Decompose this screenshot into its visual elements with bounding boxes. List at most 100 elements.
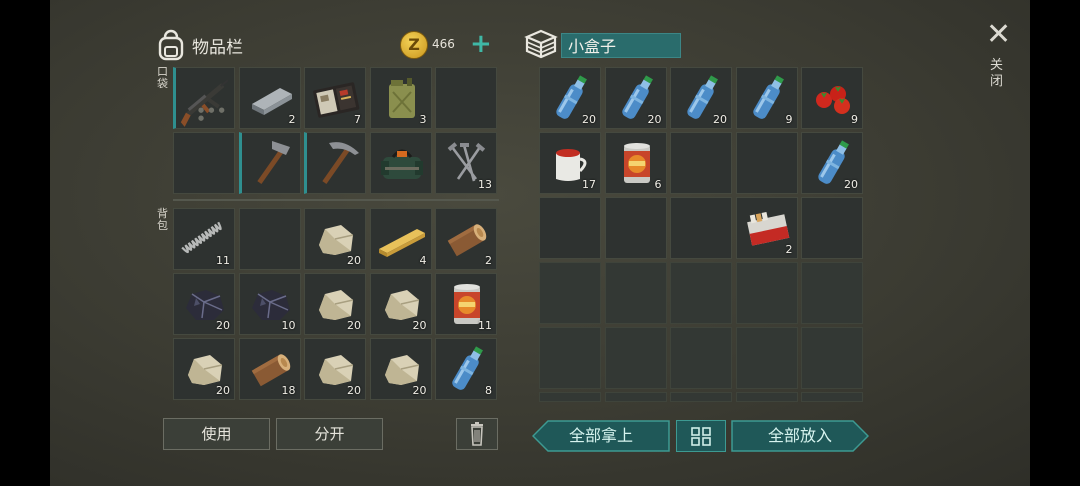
slot-hammer[interactable]: [238, 132, 304, 195]
item-count: 20: [647, 113, 662, 126]
slot-cigarettes[interactable]: 2: [735, 197, 798, 259]
item-count: 11: [216, 254, 230, 267]
slot-jerrycan[interactable]: 3: [369, 67, 432, 129]
locked-slot: [801, 392, 863, 402]
slot-rifle[interactable]: ● ● ● ●: [173, 67, 235, 129]
item-count: 2: [785, 243, 793, 256]
sort-grid-button[interactable]: [676, 420, 726, 452]
close-icon[interactable]: ✕: [986, 20, 1011, 50]
use-button[interactable]: 使用: [163, 418, 270, 450]
trash-button[interactable]: [456, 418, 498, 450]
slot-log[interactable]: 18: [238, 338, 301, 400]
item-count: 2: [485, 254, 492, 267]
item-count: 17: [582, 178, 596, 191]
inventory-header: 物品栏: [156, 27, 243, 63]
item-count: 20: [844, 178, 858, 191]
slot-water-bottle[interactable]: 9: [735, 67, 798, 129]
locked-slot: [539, 392, 601, 402]
locked-slot: [735, 327, 798, 389]
slot-tomatoes[interactable]: 9: [801, 67, 863, 129]
grid-icon: [691, 427, 711, 446]
slot-coal[interactable]: 10: [238, 273, 301, 335]
locked-slot: [539, 262, 601, 324]
empty-slot[interactable]: [670, 197, 732, 259]
item-count: 2: [288, 113, 296, 126]
take-all-label: 全部拿上: [568, 426, 633, 445]
slot-plank[interactable]: 4: [369, 208, 432, 270]
box-icon: [524, 28, 558, 64]
locked-slot: [604, 262, 667, 324]
empty-slot[interactable]: [735, 132, 798, 194]
slot-water-bottle[interactable]: 20: [801, 132, 863, 194]
item-count: 20: [216, 319, 230, 332]
item-count: 13: [478, 178, 492, 191]
slot-water-bottle[interactable]: 8: [435, 338, 497, 400]
backpack-icon: [158, 29, 184, 61]
empty-slot[interactable]: [435, 67, 497, 129]
item-count: 20: [412, 319, 427, 332]
slot-water-bottle[interactable]: 20: [604, 67, 667, 129]
slot-tool-bag[interactable]: [369, 132, 433, 195]
slot-canned-food[interactable]: 11: [435, 273, 497, 335]
item-count: 20: [347, 254, 361, 267]
locked-slot: [801, 327, 863, 389]
slot-pickaxe[interactable]: [304, 132, 366, 194]
empty-slot[interactable]: [173, 132, 235, 194]
item-count: 6: [654, 178, 662, 191]
add-coins-button[interactable]: +: [470, 29, 492, 59]
put-all-button[interactable]: 全部放入: [731, 420, 869, 452]
item-count: 9: [851, 113, 858, 126]
item-count: 20: [713, 113, 727, 126]
slot-water-bottle[interactable]: 20: [539, 67, 601, 129]
empty-slot[interactable]: [670, 132, 732, 194]
locked-slot: [670, 262, 732, 324]
slot-tea-mug[interactable]: 17: [539, 132, 601, 194]
section-divider: [173, 199, 499, 201]
slot-coal[interactable]: 20: [173, 273, 235, 335]
slot-stone[interactable]: 20: [369, 338, 432, 400]
inventory-title: 物品栏: [192, 37, 243, 58]
item-count: 7: [354, 113, 361, 126]
game-inventory-screen: 物品栏 Z 466 + 小盒子 ✕ 关闭 口袋 背包 ● ● ● ● 2 7 3 13 …: [0, 0, 1080, 486]
locked-slot: [735, 392, 798, 402]
box-name-field[interactable]: 小盒子: [561, 33, 681, 58]
locked-slot: [670, 327, 732, 389]
slot-spring[interactable]: 11: [173, 208, 235, 270]
split-button[interactable]: 分开: [276, 418, 383, 450]
slot-nails[interactable]: 13: [435, 132, 497, 194]
pocket-label: 口袋: [157, 65, 168, 90]
slot-wallet[interactable]: 7: [304, 67, 366, 129]
item-count: 3: [419, 113, 427, 126]
empty-slot[interactable]: [801, 197, 863, 259]
coin-count: 466: [432, 37, 455, 51]
item-count: 9: [785, 113, 793, 126]
item-count: 20: [412, 384, 427, 397]
trash-icon: [471, 422, 483, 446]
item-count: 8: [485, 384, 492, 397]
slot-canned-food[interactable]: 6: [604, 132, 667, 194]
item-count: 11: [478, 319, 492, 332]
slot-stone[interactable]: 20: [304, 273, 366, 335]
durability-dots: ● ● ● ●: [198, 106, 226, 122]
item-count: 10: [281, 319, 296, 332]
empty-slot[interactable]: [238, 208, 301, 270]
item-count: 20: [216, 384, 230, 397]
slot-stone[interactable]: 20: [173, 338, 235, 400]
pickaxe-icon: [307, 133, 369, 195]
hammer-icon: [242, 133, 304, 195]
slot-stone[interactable]: 20: [304, 208, 366, 270]
slot-stone[interactable]: 20: [369, 273, 432, 335]
tool-bag-icon: [371, 133, 433, 195]
item-count: 18: [281, 384, 296, 397]
item-count: 20: [582, 113, 596, 126]
slot-water-bottle[interactable]: 20: [670, 67, 732, 129]
item-count: 20: [347, 319, 361, 332]
close-label[interactable]: 关闭: [990, 58, 1008, 90]
slot-stone[interactable]: 20: [304, 338, 366, 400]
slot-log[interactable]: 2: [435, 208, 497, 270]
take-all-button[interactable]: 全部拿上: [532, 420, 670, 452]
slot-metal-bar[interactable]: 2: [238, 67, 301, 129]
empty-slot[interactable]: [539, 197, 601, 259]
empty-slot[interactable]: [604, 197, 667, 259]
item-count: 4: [419, 254, 427, 267]
